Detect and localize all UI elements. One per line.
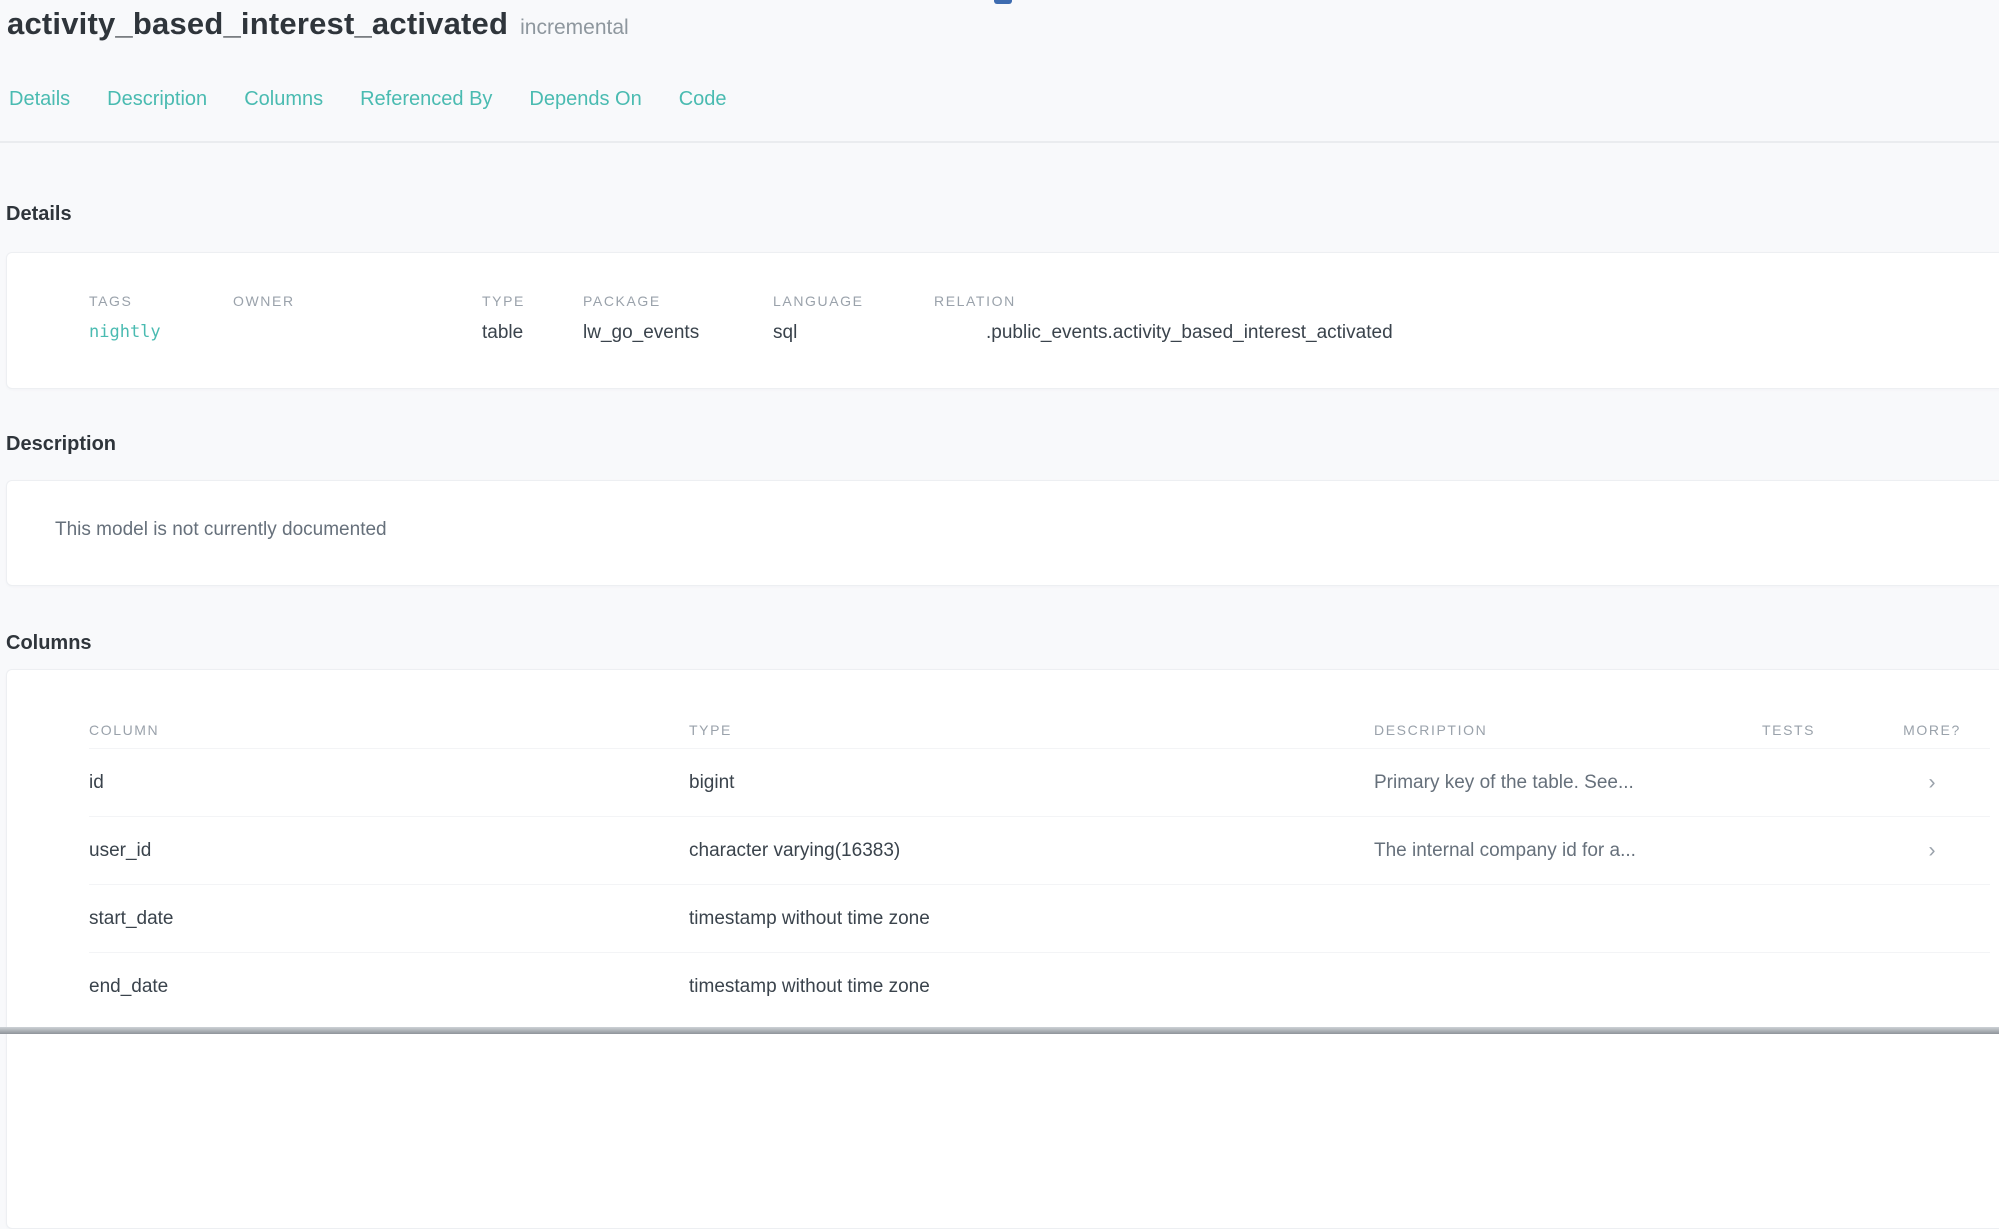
- owner-value: [233, 322, 482, 344]
- field-package: PACKAGE lw_go_events: [583, 293, 773, 344]
- table-row-start-date[interactable]: start_date timestamp without time zone: [89, 884, 1990, 952]
- header-divider: [0, 141, 1999, 143]
- relation-value: .public_events.activity_based_interest_a…: [934, 322, 1990, 344]
- column-type: bigint: [689, 772, 1374, 794]
- field-tags: TAGS nightly: [89, 293, 233, 344]
- page-header: activity_based_interest_activated increm…: [0, 0, 1999, 111]
- column-type: character varying(16383): [689, 840, 1374, 862]
- columns-section-heading: Columns: [6, 632, 1999, 655]
- details-section-heading: Details: [6, 203, 1999, 226]
- chevron-right-icon[interactable]: ›: [1887, 772, 1977, 793]
- page-title: activity_based_interest_activated: [7, 6, 508, 42]
- column-description: Primary key of the table. See...: [1374, 772, 1762, 794]
- column-name: end_date: [89, 976, 689, 998]
- package-label: PACKAGE: [583, 293, 773, 309]
- language-value: sql: [773, 322, 934, 344]
- tag-nightly[interactable]: nightly: [89, 322, 233, 344]
- tab-code[interactable]: Code: [679, 88, 727, 111]
- column-type: timestamp without time zone: [689, 908, 1374, 930]
- owner-label: OWNER: [233, 293, 482, 309]
- columns-table: COLUMN TYPE DESCRIPTION TESTS MORE? id b…: [89, 722, 1990, 1020]
- tags-label: TAGS: [89, 293, 233, 309]
- table-row-user-id[interactable]: user_id character varying(16383) The int…: [89, 816, 1990, 884]
- tab-columns[interactable]: Columns: [244, 88, 323, 111]
- cut-off-top-element: [994, 0, 1012, 4]
- language-label: LANGUAGE: [773, 293, 934, 309]
- title-row: activity_based_interest_activated increm…: [7, 6, 1999, 42]
- field-language: LANGUAGE sql: [773, 293, 934, 344]
- column-name: user_id: [89, 840, 689, 862]
- columns-card: COLUMN TYPE DESCRIPTION TESTS MORE? id b…: [6, 669, 1999, 1229]
- description-section-heading: Description: [6, 433, 1999, 456]
- header-tests: TESTS: [1762, 722, 1887, 738]
- header-column: COLUMN: [89, 722, 689, 738]
- table-row-end-date[interactable]: end_date timestamp without time zone: [89, 952, 1990, 1020]
- relation-label: RELATION: [934, 293, 1990, 309]
- package-value: lw_go_events: [583, 322, 773, 344]
- tab-referenced-by[interactable]: Referenced By: [360, 88, 492, 111]
- header-description: DESCRIPTION: [1374, 722, 1762, 738]
- column-type: timestamp without time zone: [689, 976, 1374, 998]
- columns-table-header: COLUMN TYPE DESCRIPTION TESTS MORE?: [89, 722, 1990, 738]
- tab-details[interactable]: Details: [9, 88, 70, 111]
- field-relation: RELATION .public_events.activity_based_i…: [934, 293, 1990, 344]
- field-type: TYPE table: [482, 293, 583, 344]
- main-content: Details TAGS nightly OWNER TYPE table PA…: [0, 203, 1999, 1229]
- chevron-right-icon[interactable]: ›: [1887, 840, 1977, 861]
- section-nav: Details Description Columns Referenced B…: [9, 88, 1999, 111]
- table-row-id[interactable]: id bigint Primary key of the table. See.…: [89, 748, 1990, 816]
- tab-description[interactable]: Description: [107, 88, 207, 111]
- description-card: This model is not currently documented: [6, 480, 1999, 586]
- details-card: TAGS nightly OWNER TYPE table PACKAGE lw…: [6, 252, 1999, 389]
- type-value: table: [482, 322, 583, 344]
- header-type: TYPE: [689, 722, 1374, 738]
- column-description: The internal company id for a...: [1374, 840, 1762, 862]
- column-name: id: [89, 772, 689, 794]
- window-bottom-edge: [0, 1027, 1999, 1034]
- header-more: MORE?: [1887, 722, 1977, 738]
- field-owner: OWNER: [233, 293, 482, 344]
- type-label: TYPE: [482, 293, 583, 309]
- column-name: start_date: [89, 908, 689, 930]
- description-text: This model is not currently documented: [55, 519, 1990, 541]
- materialization-badge: incremental: [520, 16, 629, 40]
- tab-depends-on[interactable]: Depends On: [529, 88, 641, 111]
